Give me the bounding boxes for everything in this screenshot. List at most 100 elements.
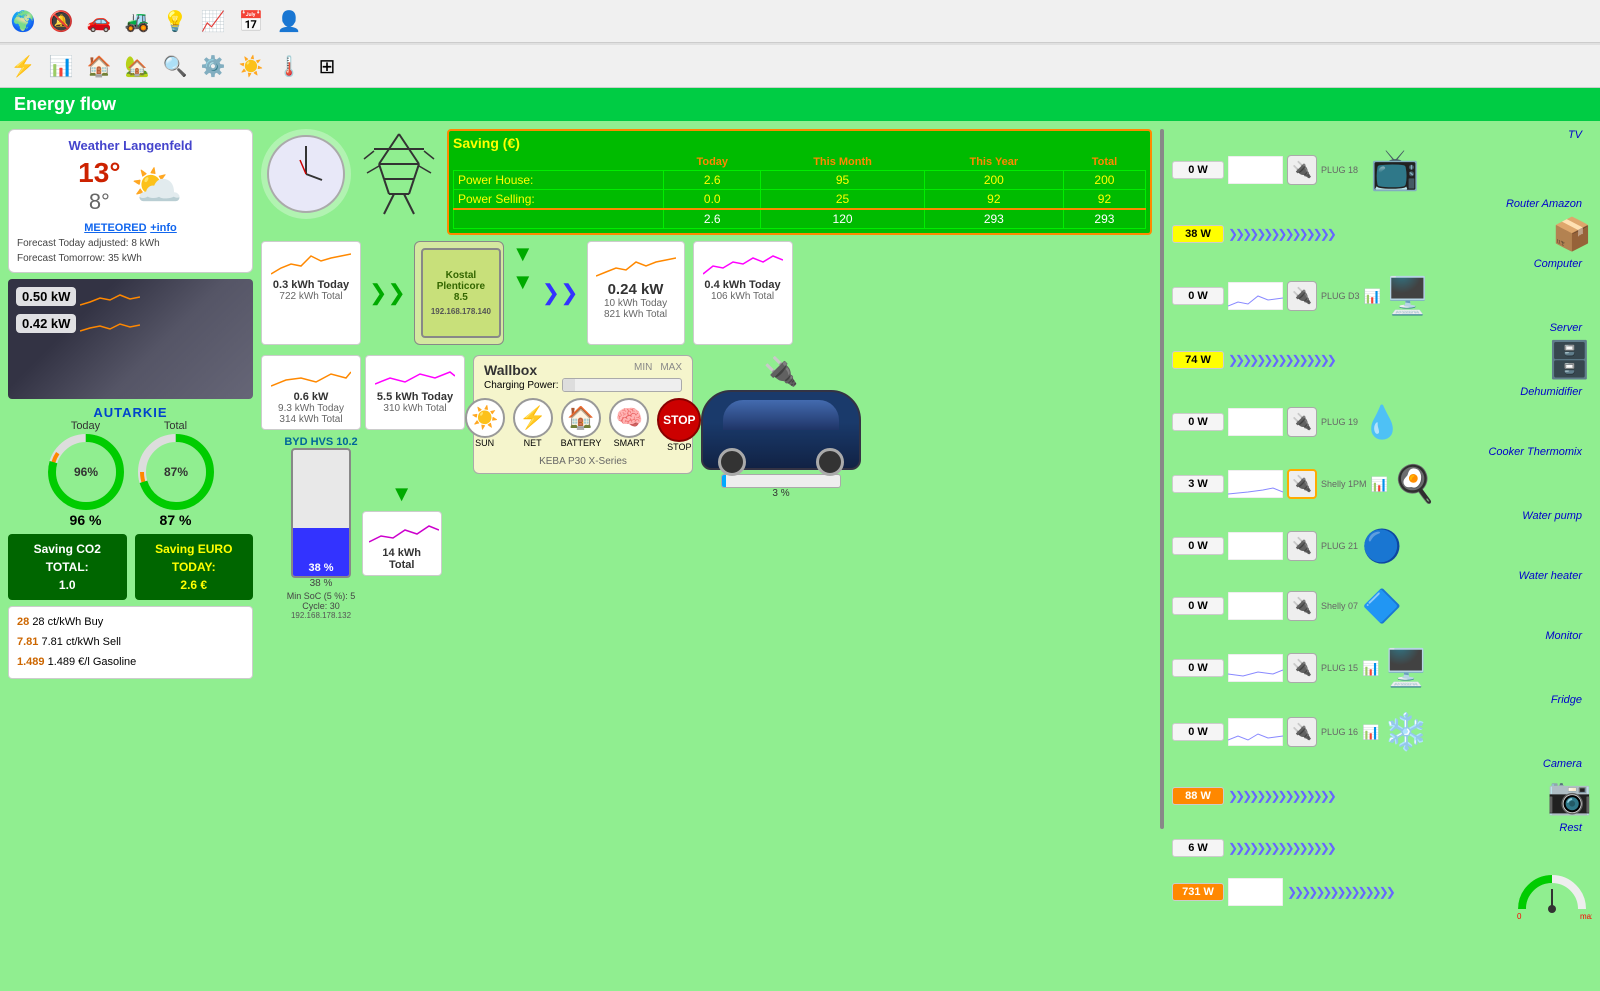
device-graph-rest-total — [1228, 878, 1283, 906]
wallbox-btn-sun[interactable]: ☀️ SUN — [465, 398, 505, 452]
toolbar-icon-person[interactable]: 👤 — [272, 4, 306, 38]
solar-overlay: 0.50 kW 0.42 kW — [16, 287, 140, 337]
toolbar-icon-grid[interactable]: ⊞ — [310, 49, 344, 83]
toolbar-icon-tractor[interactable]: 🚜 — [120, 4, 154, 38]
plug-icon-thermomix[interactable]: 🔌 — [1287, 469, 1317, 499]
battery-visual: BYD HVS 10.2 38 % 38 % Min SoC (5 %): 5 … — [284, 436, 357, 620]
weather-forecast-today: Forecast Today adjusted: 8 kWh — [17, 238, 244, 249]
device-row-router: 38 W ❯❯❯❯❯❯❯❯❯❯❯❯❯❯❯ 📦 — [1172, 213, 1592, 255]
plug-label-waterheater: Shelly 07 — [1321, 601, 1358, 611]
wallbox-minmax: MIN MAX — [634, 362, 682, 378]
battery-kwh3-val: 14 kWh Total — [369, 547, 435, 571]
charging-connector-icon: 🔌 — [764, 355, 799, 388]
plug-icon-tv: 🔌 — [1287, 155, 1317, 185]
chart-icon-fridge: 📊 — [1362, 724, 1379, 741]
mid-panel: Saving (€) Today This Month This Year To… — [261, 129, 1152, 983]
clock-box — [261, 129, 351, 219]
toolbar-icon-radiator[interactable]: 🌡️ — [272, 49, 306, 83]
page-title: Energy flow — [0, 88, 1600, 121]
device-graph-tv — [1228, 156, 1283, 184]
toolbar-icon-calendar[interactable]: 📅 — [234, 4, 268, 38]
grid-flow-box: 0.24 kW 10 kWh Today 821 kWh Total — [587, 241, 685, 345]
wallbox-battery-icon[interactable]: 🏠 — [561, 398, 601, 438]
toolbar-icon-search-house[interactable]: 🏡 — [120, 49, 154, 83]
battery-total2: 310 kWh Total — [372, 403, 458, 414]
toolbar-icon-globe[interactable]: 🌍 — [6, 4, 40, 38]
device-graph-dehumidifier — [1228, 408, 1283, 436]
wallbox-net-icon[interactable]: ⚡ — [513, 398, 553, 438]
device-watt-rest: 6 W — [1172, 839, 1224, 857]
wallbox-btn-battery[interactable]: 🏠 BATTERY — [561, 398, 602, 452]
plug-label-dehumidifier: PLUG 19 — [1321, 417, 1358, 427]
weather-info-link[interactable]: +info — [150, 222, 177, 234]
autarkie-row: Today 96% 96 % Total 87% — [46, 420, 216, 528]
toolbar-icon-lightning[interactable]: ⚡ — [6, 49, 40, 83]
saving-row3-label — [454, 209, 664, 229]
saving-col-month: This Month — [761, 154, 924, 171]
wallbox-btn-net[interactable]: ⚡ NET — [513, 398, 553, 452]
battery-today: 9.3 kWh Today — [268, 403, 354, 414]
wallbox-bar-row: Charging Power: — [484, 378, 682, 392]
grid-flow-kw: 0.24 kW — [596, 281, 676, 298]
toolbar-row2: ⚡ 📊 🏠 🏡 🔍 ⚙️ ☀️ 🌡️ ⊞ — [0, 45, 1600, 88]
device-row-waterheater: 0 W 🔌 Shelly 07 🔷 — [1172, 585, 1592, 627]
plug-icon-monitor: 🔌 — [1287, 653, 1317, 683]
svg-text:0: 0 — [1517, 912, 1522, 919]
wallbox-smart-icon[interactable]: 🧠 — [609, 398, 649, 438]
battery-soc-label: 38 % — [310, 578, 333, 589]
saving-co2-box: Saving CO2 TOTAL: 1.0 — [8, 534, 127, 600]
toolbar-icon-car[interactable]: 🚗 — [82, 4, 116, 38]
inverter-ip: 192.168.178.140 — [431, 307, 491, 316]
toolbar-icon-house[interactable]: 🏠 — [82, 49, 116, 83]
weather-box: Weather Langenfeld 13° 8° ⛅ METEORED +in… — [8, 129, 253, 273]
car-wheel-left — [718, 448, 746, 476]
chart-icon-computer: 📊 — [1364, 288, 1381, 305]
pv2-kw: 0.42 kW — [16, 314, 76, 333]
toolbar-icon-chart[interactable]: 📈 — [196, 4, 230, 38]
device-image-camera: 📷 — [1547, 775, 1592, 817]
saving-row3-year: 293 — [924, 209, 1063, 229]
wallbox-stop-label: STOP — [667, 442, 691, 452]
car-pct-label: 3 % — [772, 488, 789, 499]
plug-icon-computer: 🔌 — [1287, 281, 1317, 311]
device-image-server: 🗄️ — [1547, 339, 1592, 381]
battery-section: 0.6 kW 9.3 kWh Today 314 kWh Total 5.5 k… — [261, 355, 465, 620]
toolbar-icon-graph[interactable]: 📊 — [44, 49, 78, 83]
saving-table: Today This Month This Year Total Power H… — [453, 154, 1146, 229]
toolbar-icon-bell[interactable]: 🔕 — [44, 4, 78, 38]
device-image-computer: 🖥️ — [1385, 275, 1430, 317]
flow-arrows-camera: ❯❯❯❯❯❯❯❯❯❯❯❯❯❯❯ — [1228, 789, 1543, 803]
toolbar-icon-search[interactable]: 🔍 — [158, 49, 192, 83]
battery-chart3: 14 kWh Total — [362, 511, 442, 576]
arrow-down-container: ▼ ▼ — [512, 241, 534, 345]
pv1-chart — [80, 290, 140, 308]
saving-row2-total: 92 — [1063, 190, 1145, 210]
wallbox-sun-icon[interactable]: ☀️ — [465, 398, 505, 438]
device-section-computer: Computer — [1172, 258, 1592, 270]
device-watt-server: 74 W — [1172, 351, 1224, 369]
toolbar-icon-settings[interactable]: ⚙️ — [196, 49, 230, 83]
arrow-down2: ▼ — [512, 269, 534, 295]
wallbox-btn-smart[interactable]: 🧠 SMART — [609, 398, 649, 452]
battery-chart2-svg — [375, 360, 455, 388]
toolbar-icon-bulb[interactable]: 💡 — [158, 4, 192, 38]
toolbar-icon-sun[interactable]: ☀️ — [234, 49, 268, 83]
battery-body: 38 % — [291, 448, 351, 578]
battery-min-soc: Min SoC (5 %): 5 — [287, 591, 356, 601]
chart1-svg — [271, 246, 351, 276]
rest-gauge-svg: 0 max — [1512, 864, 1592, 919]
stop-button[interactable]: STOP — [657, 398, 701, 442]
wallbox-btn-stop[interactable]: STOP STOP — [657, 398, 701, 452]
weather-brand: METEORED +info — [17, 219, 244, 234]
battery-kw2: 5.5 kWh Today — [372, 391, 458, 403]
price-buy: 28 28 ct/kWh Buy — [17, 613, 244, 633]
toolbar-row1: 🌍 🔕 🚗 🚜 💡 📈 📅 👤 — [0, 0, 1600, 43]
wallbox-charging-label: Charging Power: — [484, 380, 558, 391]
device-watt-dehumidifier: 0 W — [1172, 413, 1224, 431]
plug-label-monitor: PLUG 15 — [1321, 663, 1358, 673]
device-row-camera: 88 W ❯❯❯❯❯❯❯❯❯❯❯❯❯❯❯ 📷 — [1172, 773, 1592, 819]
saving-row1-total: 200 — [1063, 171, 1145, 190]
plug-label-thermomix: Shelly 1PM — [1321, 479, 1367, 489]
pv1-kw: 0.50 kW — [16, 287, 76, 306]
flow-arrows-router: ❯❯❯❯❯❯❯❯❯❯❯❯❯❯❯ — [1228, 227, 1548, 241]
